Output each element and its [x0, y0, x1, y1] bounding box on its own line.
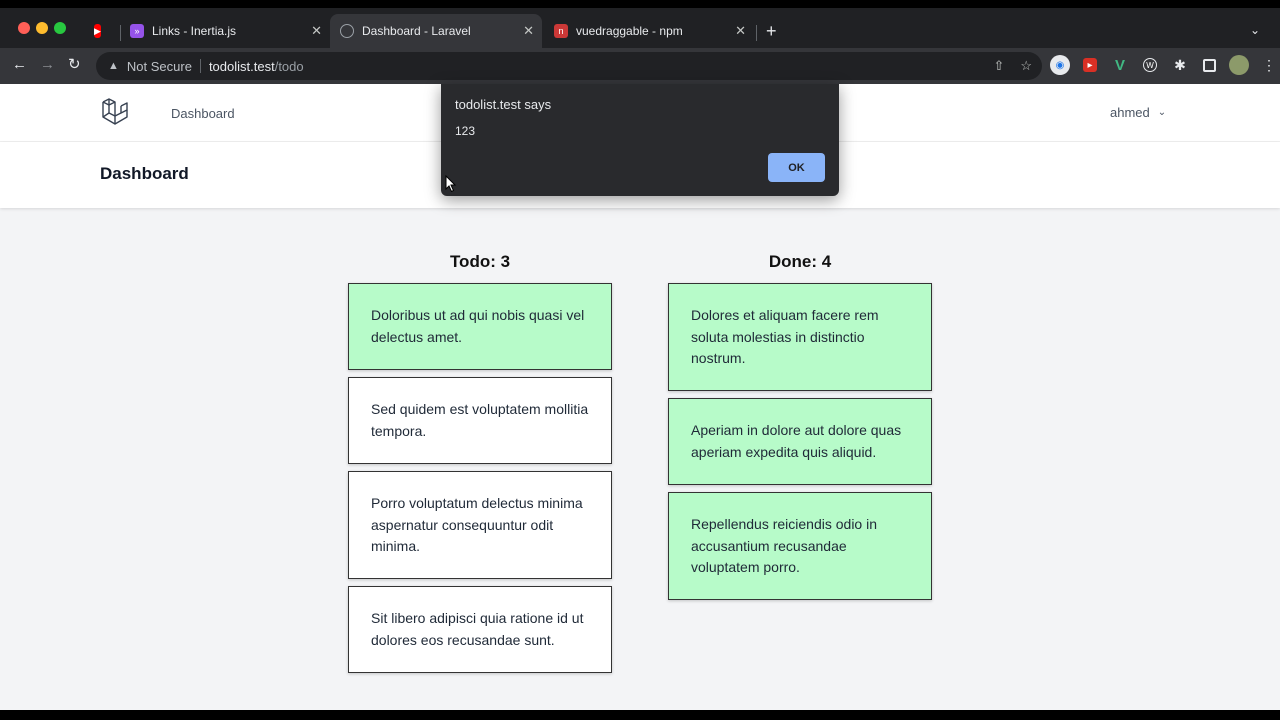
close-icon[interactable]: ✕ [311, 23, 322, 39]
inertia-icon: » [130, 24, 144, 38]
browser-toolbar: ← → ↻ ▲ Not Secure todolist.test/todo ⇧ … [0, 48, 1280, 84]
nav-link-dashboard[interactable]: Dashboard [171, 106, 235, 121]
todo-card[interactable]: Sit libero adipisci quia ratione id ut d… [348, 586, 612, 673]
close-icon[interactable]: ✕ [735, 23, 746, 39]
browser-tab-bar: ▶ » Links - Inertia.js ✕ Dashboard - Lar… [0, 8, 1280, 48]
user-menu[interactable]: ahmed ⌄ [1110, 105, 1166, 120]
globe-icon [340, 24, 354, 38]
alert-message: 123 [455, 124, 476, 138]
done-column-title: Done: 4 [768, 252, 832, 271]
warning-icon[interactable]: ▲ [108, 60, 119, 72]
share-icon[interactable]: ⇧ [993, 58, 1004, 74]
todo-card[interactable]: Sed quidem est voluptatem mollitia tempo… [348, 377, 612, 464]
extension-w-icon[interactable]: W [1143, 58, 1157, 72]
new-tab-button[interactable]: + [766, 22, 777, 40]
card-text: Dolores et aliquam facere rem soluta mol… [691, 307, 879, 366]
extension-compass-icon[interactable]: ◉ [1050, 55, 1070, 75]
url-host: todolist.test [208, 58, 275, 74]
todo-column: Todo: 3 Doloribus ut ad qui nobis quasi … [348, 252, 612, 680]
vue-devtools-icon[interactable]: V [1110, 55, 1130, 75]
forward-arrow-icon[interactable]: → [40, 56, 55, 74]
user-name: ahmed [1110, 105, 1150, 120]
tab-title: Dashboard - Laravel [362, 24, 471, 38]
star-icon[interactable]: ☆ [1020, 58, 1032, 74]
page-title: Dashboard [100, 164, 189, 183]
tab-inertia[interactable]: » Links - Inertia.js ✕ [120, 14, 330, 48]
tab-dashboard[interactable]: Dashboard - Laravel ✕ [330, 14, 542, 48]
alert-dialog: todolist.test says 123 OK [441, 84, 839, 196]
card-text: Aperiam in dolore aut dolore quas aperia… [691, 422, 902, 460]
tab-youtube[interactable]: ▶ [84, 14, 118, 48]
tab-title: vuedraggable - npm [576, 24, 683, 38]
card-text: Repellendus reiciendis odio in accusanti… [691, 516, 878, 575]
laravel-logo-icon[interactable] [100, 96, 132, 128]
more-menu-icon[interactable]: ⋮ [1259, 55, 1279, 75]
extension-red-icon[interactable]: ▸ [1083, 58, 1097, 72]
chevron-down-icon[interactable]: ⌄ [1250, 23, 1260, 37]
ok-button[interactable]: OK [768, 153, 825, 182]
done-card[interactable]: Dolores et aliquam facere rem soluta mol… [668, 283, 932, 391]
maximize-window-button[interactable] [54, 22, 66, 34]
security-label[interactable]: Not Secure [127, 59, 192, 74]
mouse-cursor-icon [445, 175, 457, 193]
puzzle-icon[interactable]: ✱ [1170, 55, 1190, 75]
todo-column-title: Todo: 3 [449, 252, 511, 271]
todo-card[interactable]: Doloribus ut ad qui nobis quasi vel dele… [348, 283, 612, 370]
minimize-window-button[interactable] [36, 22, 48, 34]
address-bar[interactable]: ▲ Not Secure todolist.test/todo ⇧ ☆ [96, 52, 1042, 80]
card-text: Porro voluptatum delectus minima asperna… [371, 495, 583, 554]
reload-icon[interactable]: ↻ [68, 56, 81, 74]
sidebar-icon[interactable] [1203, 58, 1216, 72]
close-window-button[interactable] [18, 22, 30, 34]
done-card[interactable]: Repellendus reiciendis odio in accusanti… [668, 492, 932, 600]
card-text: Sed quidem est voluptatem mollitia tempo… [371, 401, 589, 439]
tab-title: Links - Inertia.js [152, 24, 237, 38]
alert-title: todolist.test says [455, 97, 552, 112]
done-card[interactable]: Aperiam in dolore aut dolore quas aperia… [668, 398, 932, 485]
done-column: Done: 4 Dolores et aliquam facere rem so… [668, 252, 932, 607]
tab-npm[interactable]: n vuedraggable - npm ✕ [544, 14, 754, 48]
card-text: Doloribus ut ad qui nobis quasi vel dele… [371, 307, 585, 345]
url-path: /todo [274, 58, 304, 74]
card-text: Sit libero adipisci quia ratione id ut d… [371, 610, 584, 648]
chevron-down-icon: ⌄ [1157, 107, 1167, 118]
avatar[interactable] [1229, 55, 1249, 75]
close-icon[interactable]: ✕ [523, 23, 534, 39]
todo-card[interactable]: Porro voluptatum delectus minima asperna… [348, 471, 612, 579]
npm-icon: n [554, 24, 568, 38]
youtube-icon: ▶ [94, 24, 101, 38]
back-arrow-icon[interactable]: ← [12, 56, 27, 74]
